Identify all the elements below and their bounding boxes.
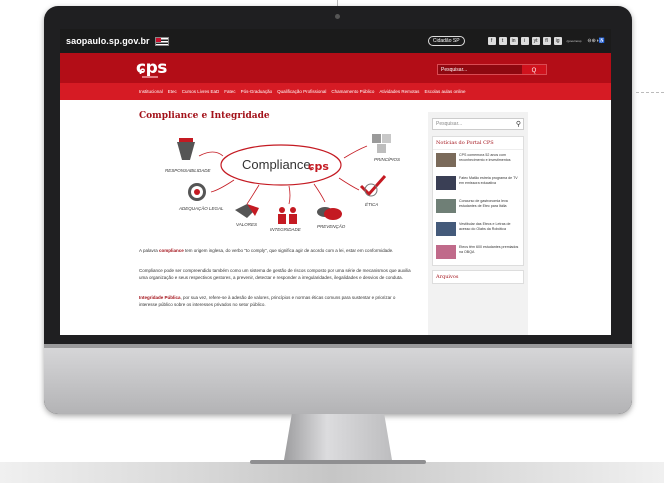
camera-icon — [335, 14, 340, 19]
p1-post: tem origem inglesa, do verbo "to comply"… — [183, 248, 394, 253]
arrow-valores — [246, 184, 260, 205]
nav-item-qualificacao[interactable]: Qualificação Profissional — [277, 89, 326, 94]
news-headline[interactable]: CPS comemora 52 anos com reconhecimento … — [459, 153, 520, 170]
adequacao-icon — [188, 183, 206, 201]
content-area: Compliance e Integridade Compliance ɕps — [60, 100, 611, 335]
youtube-icon[interactable]: yt — [531, 37, 540, 45]
news-headline[interactable]: Etecs têm 600 estudantes premiados na OB… — [459, 245, 520, 262]
news-thumbnail — [436, 222, 456, 236]
nav-item-atividades[interactable]: Atividades Remotas — [379, 89, 419, 94]
accessibility-icons[interactable]: ⊖⊕◑♿ — [587, 38, 605, 44]
paragraph-integridade: Integridade Pública, por sua vez, refere… — [139, 294, 411, 308]
label-valores: VALORES — [236, 222, 257, 227]
archives-box: Arquivos — [432, 270, 524, 284]
p3-keyword: Integridade Pública — [139, 295, 181, 300]
gov-topbar: saopaulo.sp.gov.br Cidadão SP f t in i y… — [60, 29, 611, 53]
archives-title: Arquivos — [436, 274, 459, 280]
header-search-input[interactable]: Pesquisar... — [438, 65, 522, 74]
arrow-adequacao — [210, 179, 235, 193]
cidadao-sp-button[interactable]: Cidadão SP — [427, 36, 465, 46]
news-thumbnail — [436, 153, 456, 167]
label-responsabilidade: RESPONSABILIDADE — [165, 168, 212, 173]
sp-flag-icon — [154, 36, 169, 46]
logo-underline — [142, 76, 158, 78]
page-title: Compliance e Integridade — [139, 111, 270, 121]
arrow-responsabilidade — [198, 151, 224, 157]
arrow-etica — [338, 177, 360, 191]
news-item[interactable]: Etecs têm 600 estudantes premiados na OB… — [433, 242, 523, 265]
arrow-principios — [343, 145, 368, 159]
guide-line — [636, 92, 664, 93]
news-box: Notícias do Portal CPS CPS comemora 52 a… — [432, 136, 524, 266]
news-thumbnail — [436, 245, 456, 259]
nav-item-institucional[interactable]: Institucional — [139, 89, 163, 94]
nav-item-cursos-livres[interactable]: Cursos Livres EaD — [182, 89, 220, 94]
facebook-icon[interactable]: f — [487, 37, 496, 45]
news-item[interactable]: Fatec Matão estreia programa de TV em em… — [433, 173, 523, 196]
header-search[interactable]: Pesquisar... Q — [437, 64, 547, 75]
nav-item-etec[interactable]: Etec — [168, 89, 177, 94]
header-search-button[interactable]: Q — [522, 65, 546, 74]
news-item[interactable]: Concurso de gastronomia leva estudantes … — [433, 196, 523, 219]
p1-pre: A palavra — [139, 248, 160, 253]
compliance-diagram: Compliance ɕps RESPONSABILIDADE PRINCÍPI… — [165, 134, 400, 232]
news-item[interactable]: Vestibular das Etecs e Letras de acesso … — [433, 219, 523, 242]
sidebar-search[interactable]: Pesquisar... ⚲ — [432, 118, 524, 130]
nav-item-pos-graduacao[interactable]: Pós-Graduação — [241, 89, 273, 94]
linkedin-icon[interactable]: in — [509, 37, 518, 45]
stand-foot — [250, 460, 426, 464]
instagram-icon[interactable]: ig — [553, 37, 562, 45]
label-principios: PRINCÍPIOS — [374, 156, 400, 162]
sidebar-search-input[interactable]: Pesquisar... — [433, 121, 511, 127]
prevencao-icon — [317, 207, 342, 220]
news-thumbnail — [436, 199, 456, 213]
news-box-title: Notícias do Portal CPS — [433, 137, 523, 150]
main-nav: Institucional Etec Cursos Livres EaD Fat… — [60, 83, 611, 100]
integridade-icon — [278, 207, 297, 224]
social-caption: /governosp — [566, 39, 582, 43]
site-header: ɕps Pesquisar... Q — [60, 53, 611, 83]
arrow-prevencao — [313, 183, 326, 203]
label-adequacao: ADEQUAÇÃO LEGAL — [178, 205, 224, 211]
label-etica: ÉTICA — [365, 201, 378, 207]
monitor-chin-edge — [44, 344, 632, 348]
news-headline[interactable]: Fatec Matão estreia programa de TV em em… — [459, 176, 520, 193]
etica-icon — [359, 175, 387, 197]
twitter-icon[interactable]: t — [498, 37, 507, 45]
desk-surface — [0, 462, 664, 483]
label-integridade: INTEGRIDADE — [270, 227, 302, 232]
paragraph-compliance-definition: Compliance pode ser compreendido também … — [139, 268, 411, 280]
paragraph-compliance-origin: A palavra compliance tem origem inglesa,… — [139, 247, 411, 254]
monitor-stand — [283, 414, 393, 466]
diagram-center-label: Compliance — [242, 157, 311, 172]
principios-icon — [372, 134, 391, 153]
search-icon[interactable]: ⚲ — [511, 120, 523, 128]
arrow-integridade — [288, 185, 291, 205]
nav-item-chamamento[interactable]: Chamamento Público — [331, 89, 374, 94]
label-prevencao: PREVENÇÃO — [317, 223, 346, 229]
topbar-right: Cidadão SP f t in i yt fl ig /governosp … — [427, 36, 605, 46]
nav-item-fatec[interactable]: Fatec — [224, 89, 235, 94]
flickr-icon[interactable]: fl — [542, 37, 551, 45]
nav-item-escolas[interactable]: Escolas aulas online — [424, 89, 465, 94]
valores-icon — [235, 204, 259, 218]
stage: ✋ saopaulo.sp.gov.br Cidadão SP f t in i… — [0, 0, 664, 483]
responsabilidade-icon — [177, 138, 195, 160]
issuu-icon[interactable]: i — [520, 37, 529, 45]
sidebar: Pesquisar... ⚲ Notícias do Portal CPS CP… — [428, 112, 528, 335]
diagram-center-brand: ɕps — [308, 160, 329, 173]
news-headline[interactable]: Concurso de gastronomia leva estudantes … — [459, 199, 520, 216]
news-headline[interactable]: Vestibular das Etecs e Letras de acesso … — [459, 222, 520, 239]
gov-link[interactable]: saopaulo.sp.gov.br — [66, 36, 150, 46]
screen: saopaulo.sp.gov.br Cidadão SP f t in i y… — [60, 29, 611, 335]
monitor-chin — [44, 344, 632, 414]
cps-logo[interactable]: ɕps — [136, 58, 167, 78]
p1-keyword: compliance — [159, 248, 184, 253]
news-item[interactable]: CPS comemora 52 anos com reconhecimento … — [433, 150, 523, 173]
news-thumbnail — [436, 176, 456, 190]
